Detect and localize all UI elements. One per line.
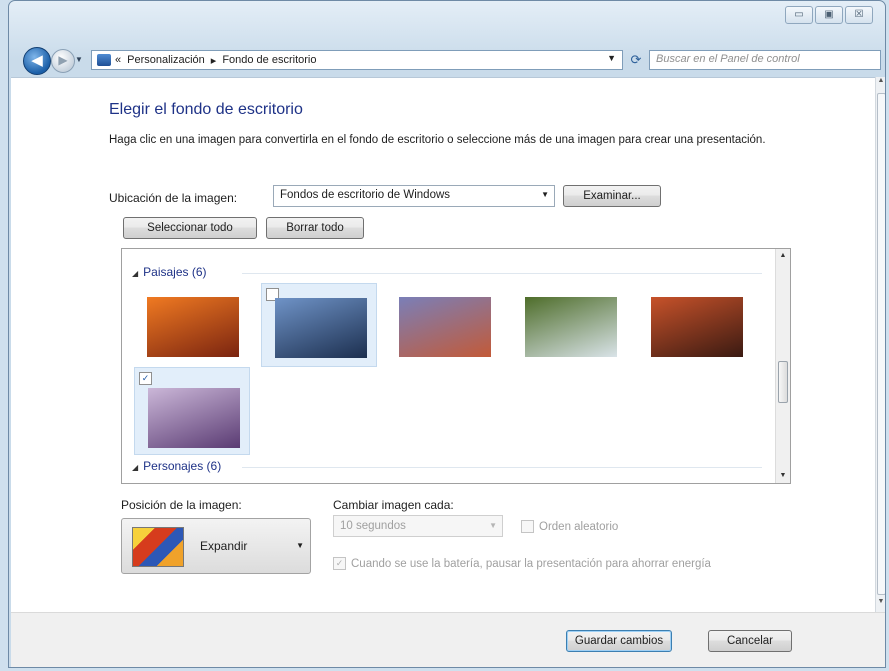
group-header-paisajes[interactable]: ◢ Paisajes (6) [132,265,207,279]
battery-label: Cuando se use la batería, pausar la pres… [351,557,711,570]
position-dropdown[interactable]: Expandir ▼ [121,518,311,574]
shuffle-label: Orden aleatorio [539,520,619,533]
gallery-scrollbar[interactable]: ▲ ▼ [775,249,790,483]
wallpaper-image [275,298,367,358]
control-panel-icon [97,54,111,66]
wallpaper-gallery: ◢ Paisajes (6) ✓ ◢ Personajes (6) ▲ ▼ [121,248,791,484]
maximize-button[interactable]: ▣ [815,6,843,24]
clear-all-button[interactable]: Borrar todo [266,217,364,239]
checkbox[interactable] [521,520,534,533]
group-header-personajes[interactable]: ◢ Personajes (6) [132,459,221,473]
control-panel-window: ▭ ▣ ☒ ◀ ▶ ▼ « Personalización ▸ Fondo de… [8,0,886,668]
minimize-button[interactable]: ▭ [785,6,813,24]
battery-checkbox[interactable]: ✓ Cuando se use la batería, pausar la pr… [333,557,711,570]
divider [242,273,762,274]
group-title: Personajes (6) [143,459,222,473]
save-changes-button[interactable]: Guardar cambios [566,630,672,652]
wallpaper-thumbnail[interactable] [386,283,502,367]
wallpaper-thumbnail[interactable]: ✓ [134,367,250,455]
page-title: Elegir el fondo de escritorio [109,101,303,118]
recent-pages-dropdown-icon[interactable]: ▼ [75,55,83,64]
scroll-up-icon[interactable]: ▲ [876,77,885,91]
divider [242,467,762,468]
search-placeholder: Buscar en el Panel de control [656,53,800,65]
group-title: Paisajes (6) [143,265,207,279]
scroll-up-icon[interactable]: ▲ [776,249,790,263]
address-dropdown-icon[interactable]: ▼ [607,53,616,63]
position-preview-image [132,527,184,567]
position-label: Posición de la imagen: [121,498,242,512]
chevron-down-icon: ▼ [489,521,497,530]
breadcrumb-fondo-escritorio[interactable]: Fondo de escritorio [222,54,316,66]
interval-value: 10 segundos [340,520,406,532]
collapse-triangle-icon[interactable]: ◢ [132,463,138,472]
window-controls: ▭ ▣ ☒ [785,6,873,24]
position-value: Expandir [200,539,248,553]
breadcrumb-separator-icon[interactable]: ▸ [211,54,217,67]
shuffle-checkbox[interactable]: Orden aleatorio [521,520,618,533]
select-all-button[interactable]: Seleccionar todo [123,217,257,239]
wallpaper-image [148,388,240,448]
wallpaper-thumbnail[interactable] [512,283,628,367]
refresh-icon[interactable]: ⟳ [626,50,646,70]
scroll-down-icon[interactable]: ▼ [776,469,790,483]
back-arrow-icon[interactable]: ◀ [23,47,51,75]
browse-button[interactable]: Examinar... [563,185,661,207]
wallpaper-image [651,297,743,357]
forward-arrow-icon[interactable]: ▶ [51,49,75,73]
cancel-button[interactable]: Cancelar [708,630,792,652]
checkbox[interactable]: ✓ [139,372,152,385]
wallpaper-thumbnail[interactable] [261,283,377,367]
scroll-thumb[interactable] [778,361,788,403]
collapse-triangle-icon[interactable]: ◢ [132,269,138,278]
wallpaper-image [525,297,617,357]
search-input[interactable]: Buscar en el Panel de control ⚲ [649,50,881,70]
chevron-down-icon: ▼ [541,190,549,199]
page-scrollbar[interactable]: ▲ ▼ [875,77,885,612]
scroll-thumb[interactable] [877,93,885,595]
breadcrumb-personalizacion[interactable]: Personalización [127,54,205,66]
interval-select[interactable]: 10 segundos ▼ [333,515,503,537]
breadcrumb-prefix[interactable]: « [115,54,121,66]
page-description: Haga clic en una imagen para convertirla… [109,134,766,146]
wallpaper-image [147,297,239,357]
address-bar[interactable]: « Personalización ▸ Fondo de escritorio … [91,50,623,70]
scroll-down-icon[interactable]: ▼ [876,598,885,612]
footer-bar: Guardar cambios Cancelar [11,612,885,667]
chevron-down-icon: ▼ [296,541,304,550]
checkbox[interactable]: ✓ [333,557,346,570]
wallpaper-image [399,297,491,357]
location-select[interactable]: Fondos de escritorio de Windows ▼ [273,185,555,207]
location-value: Fondos de escritorio de Windows [280,189,451,201]
interval-label: Cambiar imagen cada: [333,498,454,512]
main-content: Elegir el fondo de escritorio Haga clic … [11,77,875,613]
wallpaper-thumbnail[interactable] [134,283,250,367]
location-label: Ubicación de la imagen: [109,191,238,205]
navigation-bar: ◀ ▶ ▼ « Personalización ▸ Fondo de escri… [9,43,885,75]
close-button[interactable]: ☒ [845,6,873,24]
wallpaper-thumbnail[interactable] [638,283,754,367]
